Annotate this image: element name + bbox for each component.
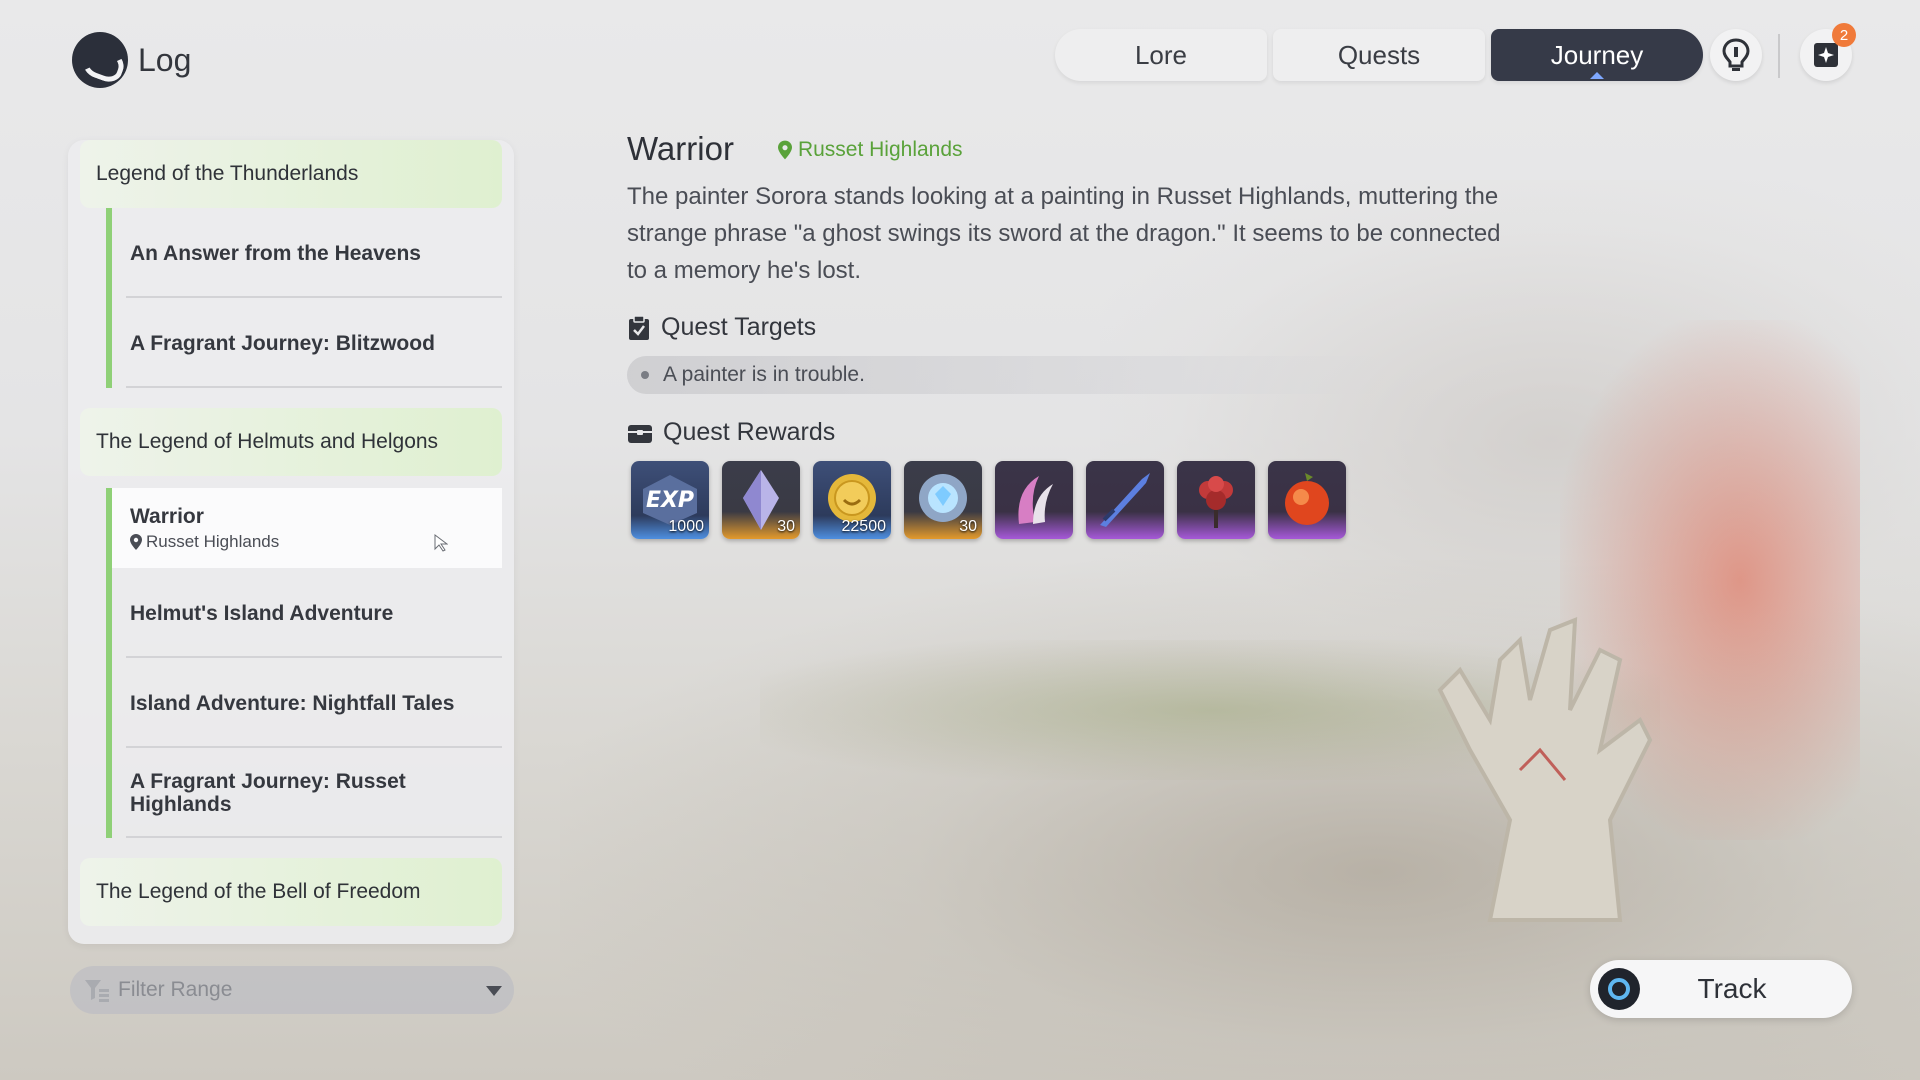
back-icon[interactable]	[72, 32, 128, 88]
quest-item-label: A Fragrant Journey: Blitzwood	[130, 331, 435, 355]
quest-rewards-label: Quest Rewards	[663, 418, 836, 446]
quest-item-label: A Fragrant Journey: Russet Highlands	[130, 770, 406, 816]
tab-quests[interactable]: Quests	[1273, 29, 1485, 81]
reward-count: 30	[777, 518, 795, 535]
quest-item-label: An Answer from the Heavens	[130, 241, 421, 265]
tab-journey[interactable]: Journey	[1491, 29, 1703, 81]
reward-count: 30	[959, 518, 977, 535]
group-header-helmuts[interactable]: The Legend of Helmuts and Helgons	[80, 408, 502, 476]
sword-icon	[1100, 473, 1150, 527]
reward-claw[interactable]	[995, 461, 1073, 539]
quest-item-answer-heavens[interactable]: An Answer from the Heavens	[106, 208, 502, 298]
flower-icon	[1199, 476, 1233, 528]
quest-targets-heading: Quest Targets	[627, 313, 1527, 342]
quest-location-label: Russet Highlands	[797, 138, 963, 161]
quest-target-item: A painter is in trouble.	[627, 356, 1387, 394]
reward-flower[interactable]	[1177, 461, 1255, 539]
reward-coin[interactable]: 22500	[813, 461, 891, 539]
quest-title: Warrior	[627, 130, 734, 167]
reward-crystal[interactable]: 30	[722, 461, 800, 539]
quest-item-location-label: Russet Highlands	[146, 531, 280, 551]
reward-fruit[interactable]	[1268, 461, 1346, 539]
clipboard-check-icon	[629, 314, 649, 340]
notification-badge: 2	[1832, 23, 1856, 47]
location-pin-icon	[130, 533, 142, 550]
track-button-label: Track	[1697, 973, 1767, 1004]
quest-item-helmut-island[interactable]: Helmut's Island Adventure	[106, 568, 502, 658]
svg-text:EXP: EXP	[646, 488, 694, 513]
tab-bar: Lore Quests Journey	[1055, 29, 1703, 81]
tab-lore[interactable]: Lore	[1055, 29, 1267, 81]
quest-item-warrior[interactable]: Warrior Russet Highlands	[106, 488, 502, 568]
header-divider	[1778, 34, 1780, 78]
quest-location[interactable]: Russet Highlands	[777, 138, 963, 162]
quest-rewards-heading: Quest Rewards	[627, 418, 1527, 447]
quest-item-label: Helmut's Island Adventure	[130, 601, 394, 625]
quest-item-location: Russet Highlands	[130, 532, 484, 552]
reward-list: EXP 1000 30 22500 30	[627, 461, 1527, 539]
events-button[interactable]: 2	[1800, 23, 1856, 81]
claw-icon	[1018, 476, 1053, 524]
filter-icon	[85, 980, 109, 1002]
group-header-thunderlands[interactable]: Legend of the Thunderlands	[80, 140, 502, 208]
track-button[interactable]: Track	[1590, 960, 1852, 1018]
quest-targets-label: Quest Targets	[661, 313, 817, 341]
log-header: Log	[72, 32, 191, 88]
reward-sword[interactable]	[1086, 461, 1164, 539]
cursor-icon	[434, 534, 448, 552]
target-icon	[1598, 968, 1640, 1010]
chevron-down-icon	[486, 986, 502, 1004]
quest-target-text: A painter is in trouble.	[663, 363, 865, 386]
filter-placeholder: Filter Range	[118, 978, 233, 1001]
reward-exp[interactable]: EXP 1000	[631, 461, 709, 539]
filter-range-dropdown[interactable]: Filter Range	[70, 966, 514, 1014]
group-header-bell-freedom[interactable]: The Legend of the Bell of Freedom	[80, 858, 502, 926]
quest-detail-panel: Warrior Russet Highlands The painter Sor…	[627, 130, 1527, 539]
chest-icon	[628, 424, 652, 443]
quest-description: The painter Sorora stands looking at a p…	[627, 183, 1501, 284]
quest-item-label: Warrior	[130, 504, 204, 528]
quest-item-fragrant-russet[interactable]: A Fragrant Journey: Russet Highlands	[106, 748, 502, 838]
quest-item-nightfall-tales[interactable]: Island Adventure: Nightfall Tales	[106, 658, 502, 748]
fruit-icon	[1285, 473, 1329, 525]
bullet-icon	[641, 371, 649, 379]
quest-list-sidebar: Legend of the Thunderlands An Answer fro…	[68, 140, 514, 944]
hint-button[interactable]	[1710, 29, 1762, 81]
location-pin-icon	[777, 140, 792, 160]
stone-hand-statue	[1437, 616, 1653, 922]
page-title: Log	[138, 41, 192, 78]
reward-count: 22500	[841, 518, 887, 535]
quest-item-fragrant-blitzwood[interactable]: A Fragrant Journey: Blitzwood	[106, 298, 502, 388]
lightbulb-icon	[1722, 38, 1750, 71]
quest-item-label: Island Adventure: Nightfall Tales	[130, 691, 455, 715]
reward-orb[interactable]: 30	[904, 461, 982, 539]
reward-count: 1000	[668, 518, 704, 535]
